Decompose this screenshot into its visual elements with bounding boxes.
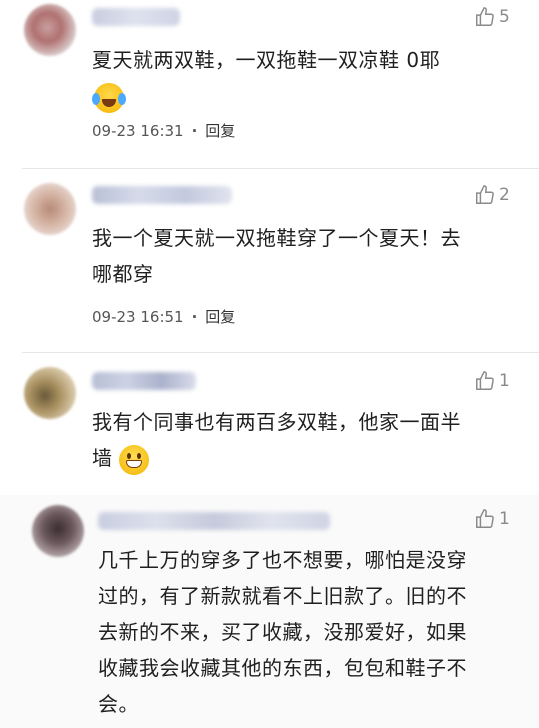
- like-count: 1: [499, 371, 510, 391]
- avatar[interactable]: [24, 4, 76, 56]
- thumbs-up-icon: [476, 185, 494, 204]
- like-count: 1: [499, 509, 510, 529]
- comment-line: 我有个同事也有两百多双鞋，他家一面半: [92, 410, 461, 434]
- comment-meta: 09-23 16:51 · 回复: [92, 306, 235, 327]
- username-blurred[interactable]: [92, 372, 196, 390]
- comment-text: 我一个夏天就一双拖鞋穿了一个夏天！去 哪都穿: [92, 220, 461, 292]
- comment-line: 哪都穿: [92, 262, 154, 286]
- timestamp: 09-23 16:31: [92, 121, 184, 140]
- divider: [22, 352, 539, 353]
- reply-line: 收藏我会收藏其他的东西，包包和鞋子不: [98, 656, 467, 680]
- reply-line: 去新的不来，买了收藏，没那爱好，如果: [98, 620, 467, 644]
- like-count: 2: [499, 185, 510, 205]
- laughing-crying-emoji: [92, 82, 126, 113]
- like-button[interactable]: 2: [474, 184, 510, 206]
- like-count: 5: [499, 7, 510, 27]
- separator-dot: ·: [191, 307, 198, 326]
- avatar[interactable]: [32, 505, 84, 557]
- comment-line: 夏天就两双鞋，一双拖鞋一双凉鞋 0耶: [92, 48, 441, 72]
- reply-line: 几千上万的穿多了也不想要，哪怕是没穿: [98, 548, 467, 572]
- like-button[interactable]: 1: [474, 370, 510, 392]
- avatar[interactable]: [24, 183, 76, 235]
- comment-line: 墙: [92, 446, 113, 470]
- reply-button[interactable]: 回复: [205, 120, 235, 141]
- grinning-emoji: [119, 444, 150, 475]
- username-blurred[interactable]: [98, 512, 330, 530]
- separator-dot: ·: [191, 121, 198, 140]
- comment-text: 夏天就两双鞋，一双拖鞋一双凉鞋 0耶: [92, 42, 440, 114]
- divider: [22, 168, 539, 169]
- thumbs-up-icon: [476, 7, 494, 26]
- username-blurred[interactable]: [92, 186, 232, 204]
- username-blurred[interactable]: [92, 8, 180, 26]
- reply-text: 几千上万的穿多了也不想要，哪怕是没穿 过的，有了新款就看不上旧款了。旧的不 去新…: [98, 542, 467, 722]
- like-button[interactable]: 1: [474, 508, 510, 530]
- comment-text: 我有个同事也有两百多双鞋，他家一面半 墙: [92, 404, 461, 476]
- reply-line: 会。: [98, 692, 139, 716]
- comment-line: 我一个夏天就一双拖鞋穿了一个夏天！去: [92, 226, 461, 250]
- timestamp: 09-23 16:51: [92, 307, 184, 326]
- reply-line: 过的，有了新款就看不上旧款了。旧的不: [98, 584, 467, 608]
- avatar[interactable]: [24, 367, 76, 419]
- comment-meta: 09-23 16:31 · 回复: [92, 120, 235, 141]
- reply-button[interactable]: 回复: [205, 306, 235, 327]
- like-button[interactable]: 5: [474, 6, 510, 28]
- thumbs-up-icon: [476, 509, 494, 528]
- thumbs-up-icon: [476, 371, 494, 390]
